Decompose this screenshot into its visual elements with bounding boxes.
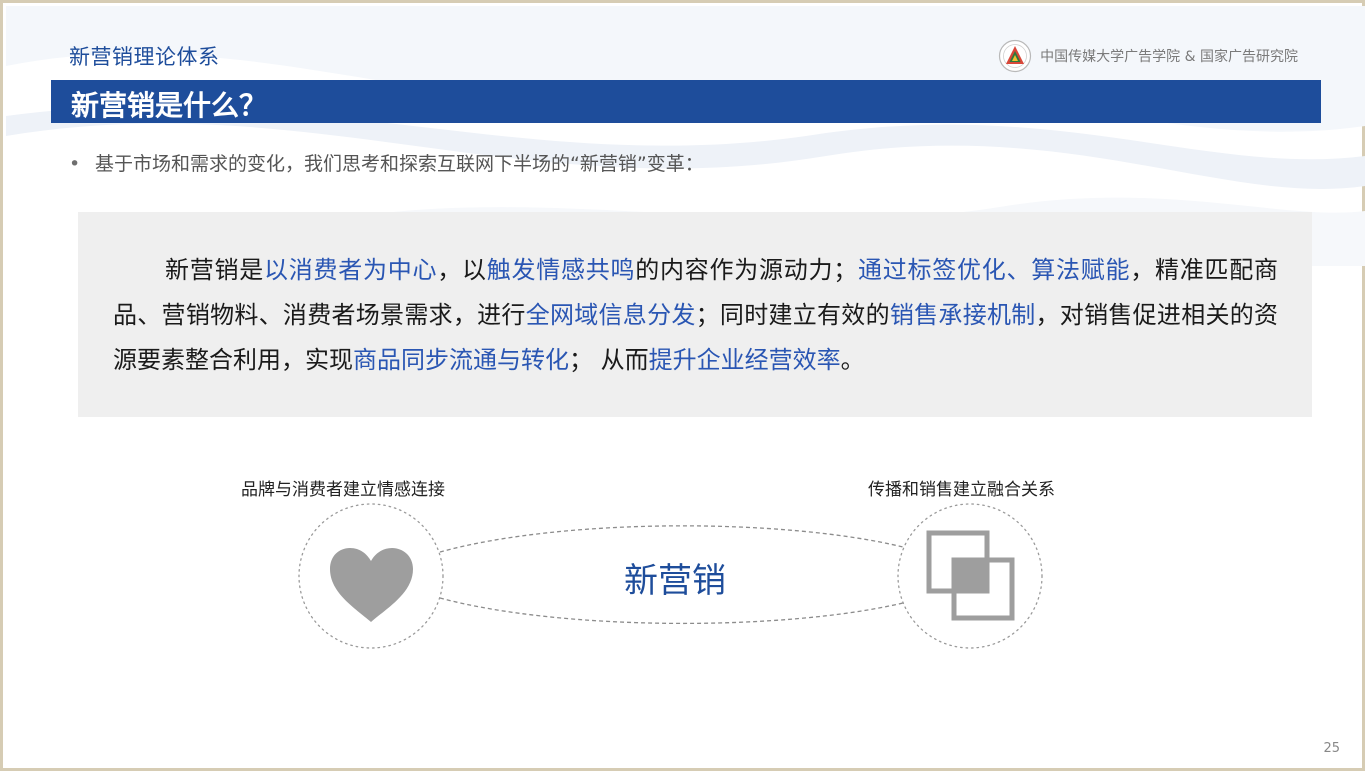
page-number: 25 — [1323, 741, 1340, 756]
center-label: 新营销 — [624, 561, 726, 601]
connector-top-arc — [439, 525, 904, 553]
slide-frame: 新营销理论体系 中国传媒大学广告学院 & 国家广告研究院 新营销是什么？ • 基于… — [0, 0, 1365, 771]
concept-diagram — [298, 503, 1043, 649]
